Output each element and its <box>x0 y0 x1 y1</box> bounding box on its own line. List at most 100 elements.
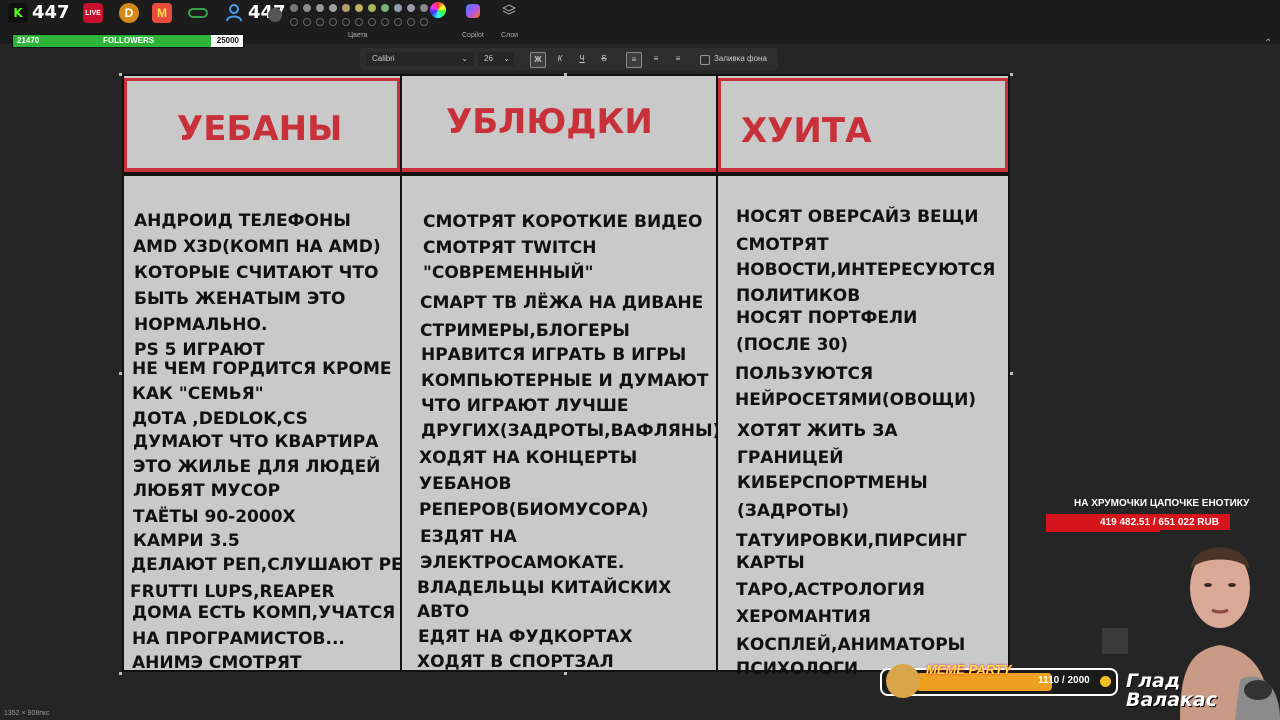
list-item: КАРТЫ <box>736 553 805 573</box>
streamer-name-line2: Валакас <box>1126 689 1218 711</box>
resize-handle[interactable] <box>1010 372 1013 375</box>
list-item: АНДРОИД ТЕЛЕФОНЫ <box>134 211 351 231</box>
resize-handle[interactable] <box>119 372 122 375</box>
followers-label: FOLLOWERS <box>103 36 155 45</box>
color-swatch[interactable] <box>420 18 428 26</box>
kick-logo-icon: K <box>8 2 28 23</box>
color-swatch[interactable] <box>316 18 324 26</box>
list-item: ДЕЛАЮТ РЕП,СЛУШАЮТ РЕП <box>131 555 417 575</box>
list-item: ЕДЯТ НА ФУДКОРТАХ <box>418 627 633 647</box>
layers-icon[interactable] <box>502 4 516 18</box>
color-swatch[interactable] <box>407 4 415 12</box>
align-left-button[interactable]: ≡ <box>626 52 642 68</box>
list-item: ЭТО ЖИЛЬЕ ДЛЯ ЛЮДЕЙ <box>133 457 381 477</box>
infinity-icon <box>188 8 208 18</box>
list-item: СМОТРЯТ КОРОТКИЕ ВИДЕО <box>423 212 703 232</box>
font-name: Calibri <box>372 54 395 63</box>
color-swatch[interactable] <box>368 18 376 26</box>
list-item: FRUTTI LUPS,REAPER <box>130 582 335 602</box>
fill-background-label: Заливка фона <box>714 54 767 63</box>
color-swatch[interactable] <box>329 18 337 26</box>
resize-handle[interactable] <box>119 73 122 76</box>
list-item: ВЛАДЕЛЬЦЫ КИТАЙСКИХ <box>417 578 672 598</box>
list-item: КАК "СЕМЬЯ" <box>132 384 264 404</box>
align-center-button[interactable]: ≡ <box>648 52 664 66</box>
color-swatch[interactable] <box>342 18 350 26</box>
donation-goal-title: НА ХРУМОЧКИ ЦАПОЧКЕ ЕНОТИКУ <box>1074 498 1250 509</box>
resize-handle[interactable] <box>1010 73 1013 76</box>
text-format-toolbar: Calibri ⌄ 26 ⌄ Ж К Ч S ≡ ≡ ≡ Заливка фон… <box>360 48 778 70</box>
edit-colors-icon[interactable] <box>430 2 446 18</box>
color-swatch[interactable] <box>290 18 298 26</box>
canvas-image[interactable]: УЕБАНЫ АНДРОИД ТЕЛЕФОНЫ AMD X3D(КОМП НА A… <box>119 73 1013 679</box>
color-swatch[interactable] <box>407 18 415 26</box>
list-item: ГРАНИЦЕЙ <box>737 448 844 468</box>
fill-background-checkbox[interactable] <box>700 55 710 65</box>
column-title: ХУИТА <box>741 111 872 151</box>
color-swatch[interactable] <box>316 4 324 12</box>
color-swatch[interactable] <box>290 4 298 12</box>
color-swatch[interactable] <box>355 4 363 12</box>
list-item: ХОДЯТ НА КОНЦЕРТЫ <box>419 448 638 468</box>
list-item: (ПОСЛЕ 30) <box>736 335 849 355</box>
list-item: ТАЁТЫ 90-2000Х <box>133 507 296 527</box>
color-swatch[interactable] <box>381 4 389 12</box>
header-divider <box>122 172 402 176</box>
current-color-swatch[interactable] <box>268 8 282 22</box>
resize-handle[interactable] <box>564 672 567 675</box>
list-item: ЕЗДЯТ НА <box>420 527 517 547</box>
list-item: БЫТЬ ЖЕНАТЫМ ЭТО <box>134 289 346 309</box>
font-size-select[interactable]: 26 ⌄ <box>478 52 514 66</box>
column-huita: ХУИТА НОСЯТ ОВЕРСАЙЗ ВЕЩИ СМОТРЯТ НОВОСТИ,… <box>716 74 1010 679</box>
font-select[interactable]: Calibri ⌄ <box>366 52 474 66</box>
list-item: СМОТРЯТ TWITCH <box>423 238 597 258</box>
list-item: ХОТЯТ ЖИТЬ ЗА <box>737 421 898 441</box>
color-swatch[interactable] <box>355 18 363 26</box>
list-item: КАМРИ 3.5 <box>133 531 240 551</box>
copilot-icon[interactable] <box>466 4 480 18</box>
list-item: АНИМЭ СМОТРЯТ <box>132 653 302 673</box>
list-item: НА ПРОГРАМИСТОВ... <box>132 629 345 649</box>
live-badge: LIVE <box>83 3 103 23</box>
donation-logo-icon: D <box>119 3 139 23</box>
align-right-button[interactable]: ≡ <box>670 52 686 66</box>
list-item: СТРИМЕРЫ,БЛОГЕРЫ <box>420 321 630 341</box>
list-item: НОВОСТИ,ИНТЕРЕСУЮТСЯ <box>736 260 996 280</box>
meme-party-count: 1110 / 2000 <box>1038 675 1090 686</box>
list-item: НОСЯТ ПОРТФЕЛИ <box>736 308 918 328</box>
list-item: ЭЛЕКТРОСАМОКАТЕ. <box>420 553 625 573</box>
list-item: ДОМА ЕСТЬ КОМП,УЧАТСЯ <box>132 603 396 623</box>
list-item: PS 5 ИГРАЮТ <box>134 340 265 360</box>
underline-button[interactable]: Ч <box>574 52 590 66</box>
italic-button[interactable]: К <box>552 52 568 66</box>
list-item: КОТОРЫЕ СЧИТАЮТ ЧТО <box>134 263 379 283</box>
list-item: СМАРТ ТВ ЛЁЖА НА ДИВАНЕ <box>420 293 704 313</box>
list-item: НРАВИТСЯ ИГРАТЬ В ИГРЫ <box>421 345 687 365</box>
color-swatch[interactable] <box>381 18 389 26</box>
color-swatch[interactable] <box>329 4 337 12</box>
color-swatch[interactable] <box>394 18 402 26</box>
color-swatch[interactable] <box>303 4 311 12</box>
header-divider <box>400 172 718 176</box>
list-item: AMD X3D(КОМП НА AMD) <box>133 237 381 257</box>
color-swatch[interactable] <box>342 4 350 12</box>
collapse-ribbon-icon[interactable]: ⌃ <box>1264 38 1272 49</box>
chevron-down-icon: ⌄ <box>461 54 468 63</box>
font-size-value: 26 <box>484 54 493 63</box>
column-uebany: УЕБАНЫ АНДРОИД ТЕЛЕФОНЫ AMD X3D(КОМП НА A… <box>122 74 417 673</box>
kick-viewer-counter: K 447 <box>8 2 70 23</box>
color-swatch[interactable] <box>394 4 402 12</box>
color-swatch[interactable] <box>420 4 428 12</box>
bold-button[interactable]: Ж <box>530 52 546 68</box>
resize-handle[interactable] <box>119 672 122 675</box>
list-item: НОСЯТ ОВЕРСАЙЗ ВЕЩИ <box>736 207 979 227</box>
list-item: ДРУГИХ(ЗАДРОТЫ,ВАФЛЯНЫ) <box>421 421 721 441</box>
resize-handle[interactable] <box>564 73 567 76</box>
strikethrough-button[interactable]: S <box>596 52 612 66</box>
color-palette[interactable] <box>290 4 428 30</box>
color-swatch[interactable] <box>368 4 376 12</box>
list-item: УЕБАНОВ <box>419 474 512 494</box>
color-swatch[interactable] <box>303 18 311 26</box>
column-header: УБЛЮДКИ <box>402 78 716 172</box>
list-item: ДУМАЮТ ЧТО КВАРТИРА <box>133 432 379 452</box>
